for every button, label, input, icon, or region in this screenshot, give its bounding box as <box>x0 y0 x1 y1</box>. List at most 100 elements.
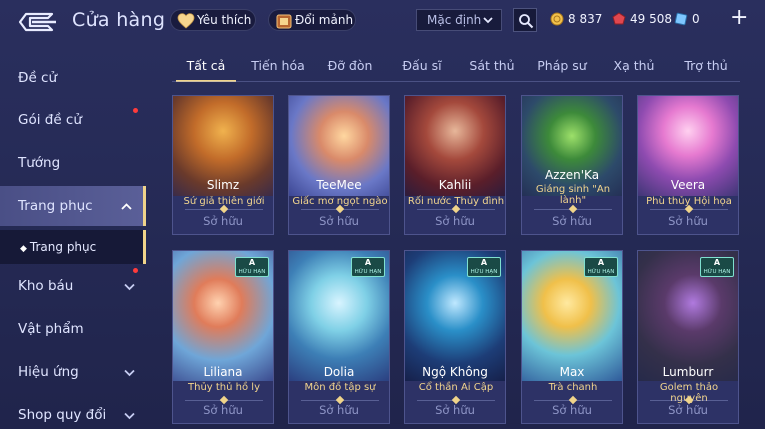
sidebar-item-exchange-shop[interactable]: Shop quy đổi <box>0 395 146 429</box>
limited-badge: A HỮU HẠN <box>235 257 269 277</box>
card-divider <box>301 209 379 210</box>
hero-name: Ngộ Không <box>422 365 488 379</box>
back-button[interactable] <box>16 11 58 33</box>
sort-dropdown[interactable]: Mặc định <box>416 9 502 31</box>
tab-fighter[interactable]: Đấu sĩ <box>392 52 452 80</box>
badge-text: HỮU HẠN <box>587 269 615 275</box>
card-divider <box>534 400 612 401</box>
sidebar-item-skins[interactable]: Trang phục <box>0 186 146 226</box>
owned-status: Sở hữu <box>435 403 475 417</box>
fragment-chest-icon <box>276 14 292 29</box>
back-arrow-icon <box>18 12 56 32</box>
card-divider <box>534 209 612 210</box>
card-divider <box>417 209 495 210</box>
skin-card[interactable]: Azzen'Ka Giáng sinh "An lành" Sở hữu <box>521 95 623 235</box>
hero-name: Max <box>559 365 585 379</box>
tab-label: Tất cả <box>186 58 226 73</box>
owned-status: Sở hữu <box>319 214 359 228</box>
skin-card[interactable]: A HỮU HẠN Lumburr Golem thảo nguyên Sở h… <box>637 250 739 424</box>
top-up-button[interactable]: + <box>730 7 748 29</box>
sidebar-item-label: Hiệu ứng <box>18 364 79 380</box>
notification-dot <box>133 268 138 273</box>
sidebar-subitem-skins[interactable]: ◆ Trang phục <box>0 230 146 264</box>
sort-value: Mặc định <box>427 13 482 27</box>
tab-assassin[interactable]: Sát thủ <box>462 52 522 80</box>
sidebar-item-items[interactable]: Vật phẩm <box>0 309 146 349</box>
skin-name: Thủy thủ hồ ly <box>188 382 260 393</box>
skin-card[interactable]: A HỮU HẠN Liliana Thủy thủ hồ ly Sở hữu <box>172 250 274 424</box>
badge-grade: A <box>597 258 605 267</box>
owned-status: Sở hữu <box>668 403 708 417</box>
tab-marksman[interactable]: Xạ thủ <box>604 52 664 80</box>
hero-name: Azzen'Ka <box>544 168 600 182</box>
tab-label: Đấu sĩ <box>402 58 442 73</box>
chevron-down-icon <box>124 369 135 377</box>
badge-text: HỮU HẠN <box>238 269 266 275</box>
badge-grade: A <box>248 258 256 267</box>
skin-card[interactable]: A HỮU HẠN Max Trà chanh Sở hữu <box>521 250 623 424</box>
skin-card[interactable]: TeeMee Giấc mơ ngọt ngào Sở hữu <box>288 95 390 235</box>
skin-name: Trà chanh <box>548 382 598 393</box>
heart-icon <box>177 13 195 29</box>
tab-evolution[interactable]: Tiến hóa <box>248 52 308 80</box>
sidebar-item-label: Gói đề cử <box>18 112 82 128</box>
owned-status: Sở hữu <box>668 214 708 228</box>
hero-name: Dolia <box>323 365 355 379</box>
voucher-balance: 0 <box>674 10 700 28</box>
exchange-label: Đổi mảnh <box>295 13 354 27</box>
limited-badge: A HỮU HẠN <box>467 257 501 277</box>
owned-status: Sở hữu <box>203 214 243 228</box>
tab-tank[interactable]: Đỡ đòn <box>320 52 380 80</box>
sidebar-item-label: Kho báu <box>18 278 74 294</box>
exchange-fragments-button[interactable]: Đổi mảnh <box>268 9 356 31</box>
sidebar-subitem-label: Trang phục <box>29 240 97 254</box>
limited-badge: A HỮU HẠN <box>351 257 385 277</box>
skin-card[interactable]: Kahlii Rối nước Thủy đình Sở hữu <box>404 95 506 235</box>
sidebar-item-heroes[interactable]: Tướng <box>0 143 146 183</box>
tab-all[interactable]: Tất cả <box>176 52 236 82</box>
badge-text: HỮU HẠN <box>470 269 498 275</box>
gold-coin-icon <box>550 12 564 26</box>
tab-label: Pháp sư <box>537 58 587 73</box>
tab-mage[interactable]: Pháp sư <box>532 52 592 80</box>
skin-card[interactable]: Slimz Sứ giả thiên giới Sở hữu <box>172 95 274 235</box>
sidebar-item-recommended-packs[interactable]: Gói đề cử <box>0 100 146 140</box>
skin-grid: Slimz Sứ giả thiên giới Sở hữu TeeMee Gi… <box>170 93 745 429</box>
tabs-divider <box>172 81 740 82</box>
skin-card[interactable]: Veera Phù thủy Hội họa Sở hữu <box>637 95 739 235</box>
sidebar-item-label: Shop quy đổi <box>18 407 107 423</box>
gold-value: 8 837 <box>568 12 603 26</box>
favorites-button[interactable]: Yêu thích <box>170 9 256 31</box>
limited-badge: A HỮU HẠN <box>584 257 618 277</box>
bullet-icon: ◆ <box>20 244 27 254</box>
hero-name: Veera <box>670 178 706 192</box>
sidebar-item-label: Vật phẩm <box>18 321 84 337</box>
search-button[interactable] <box>513 8 537 32</box>
skin-name: Giáng sinh "An lành" <box>535 184 611 206</box>
card-divider <box>650 400 728 401</box>
skin-name: Môn đồ tập sự <box>304 382 376 393</box>
ruby-value: 49 508 <box>630 12 672 26</box>
badge-grade: A <box>480 258 488 267</box>
tab-support[interactable]: Trợ thủ <box>676 52 736 80</box>
sidebar-item-recommended[interactable]: Đề cử <box>0 58 146 98</box>
sidebar: Đề cử Gói đề cử Tướng Trang phục ◆ Trang … <box>0 48 146 429</box>
tab-label: Sát thủ <box>469 58 515 73</box>
hero-name: Kahlii <box>438 178 472 192</box>
category-tabs: Tất cả Tiến hóa Đỡ đòn Đấu sĩ Sát thủ Ph… <box>172 52 740 82</box>
card-divider <box>185 400 263 401</box>
chevron-down-icon <box>124 412 135 420</box>
card-divider <box>650 209 728 210</box>
page-title: Cửa hàng <box>72 9 166 31</box>
sidebar-item-treasure[interactable]: Kho báu <box>0 266 146 306</box>
tab-label: Xạ thủ <box>613 58 655 73</box>
sidebar-item-label: Đề cử <box>18 70 58 86</box>
voucher-icon <box>674 12 688 26</box>
hero-name: Liliana <box>203 365 243 379</box>
sidebar-item-effects[interactable]: Hiệu ứng <box>0 352 146 392</box>
skin-card[interactable]: A HỮU HẠN Ngộ Không Cổ thần Ai Cập Sở hữ… <box>404 250 506 424</box>
voucher-value: 0 <box>692 12 700 26</box>
search-icon <box>519 14 534 29</box>
card-divider <box>417 400 495 401</box>
skin-card[interactable]: A HỮU HẠN Dolia Môn đồ tập sự Sở hữu <box>288 250 390 424</box>
